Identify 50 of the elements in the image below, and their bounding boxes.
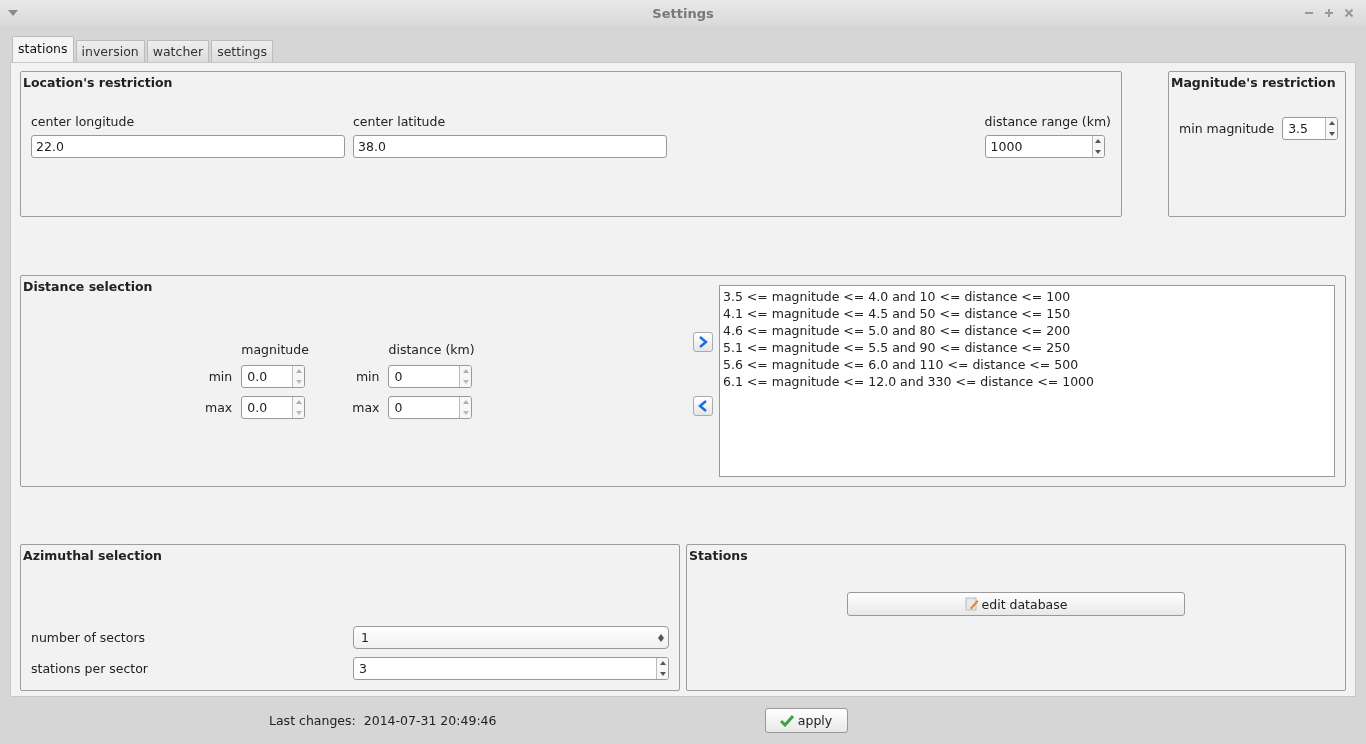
window-menu-icon[interactable] [8, 10, 18, 16]
window-title: Settings [652, 5, 714, 21]
field-label: max [352, 400, 380, 415]
field-label: distance range (km) [984, 114, 1111, 129]
field-label: center longitude [31, 114, 136, 129]
status-label: Last changes: [269, 713, 356, 728]
maximize-icon[interactable] [1324, 8, 1334, 18]
tab[interactable]: settings [211, 40, 273, 62]
input-field[interactable]: 38.0 [353, 135, 667, 158]
spin-box[interactable]: 0 [388, 396, 473, 419]
group-title: Distance selection [22, 278, 154, 296]
edit-document-icon [964, 597, 979, 611]
field-label: min magnitude [1179, 121, 1275, 136]
field-label: center latitude [353, 114, 447, 129]
group-title: Magnitude's restriction [1170, 74, 1337, 92]
spin-box[interactable]: 0.0 [241, 365, 306, 388]
close-icon[interactable] [1344, 8, 1354, 18]
spin-box[interactable]: 3.5 [1282, 117, 1339, 140]
list-item[interactable]: 3.5 <= magnitude <= 4.0 and 10 <= distance <= 100 [723, 288, 1331, 305]
spin-box[interactable]: 0 [388, 365, 473, 388]
remove-button[interactable] [693, 396, 713, 416]
list-item[interactable]: 4.1 <= magnitude <= 4.5 and 50 <= distance <= 150 [723, 305, 1331, 322]
group-title: Azimuthal selection [22, 547, 163, 565]
field-label: min [354, 369, 380, 384]
edit-database-button[interactable]: edit database [847, 592, 1185, 616]
list-item[interactable]: 4.6 <= magnitude <= 5.0 and 80 <= distance <= 200 [723, 322, 1331, 339]
tab[interactable]: stations [12, 36, 74, 62]
status-value: 2014-07-31 20:49:46 [363, 713, 497, 728]
tab[interactable]: watcher [146, 40, 210, 62]
field-label: max [205, 400, 233, 415]
list-item[interactable]: 5.6 <= magnitude <= 6.0 and 110 <= distance <= 500 [723, 356, 1331, 373]
group-title: Location's restriction [22, 74, 174, 92]
spin-box[interactable]: 1 [353, 626, 669, 649]
add-button[interactable] [693, 332, 713, 352]
column-header: distance (km) [388, 342, 473, 357]
field-label: number of sectors [31, 630, 146, 645]
list-item[interactable]: 5.1 <= magnitude <= 5.5 and 90 <= distance <= 250 [723, 339, 1331, 356]
chevron-left-icon [698, 400, 708, 412]
checkmark-icon [779, 714, 794, 727]
spin-box[interactable]: 3 [353, 657, 669, 680]
apply-button[interactable]: apply [764, 708, 848, 733]
field-label: min [207, 369, 233, 384]
tab[interactable]: inversion [75, 40, 145, 62]
field-label: stations per sector [31, 661, 148, 676]
chevron-right-icon [698, 336, 708, 348]
list-item[interactable]: 6.1 <= magnitude <= 12.0 and 330 <= distance <= 1000 [723, 373, 1331, 390]
input-field[interactable]: 22.0 [31, 135, 345, 158]
spin-box[interactable]: 1000 [984, 135, 1105, 158]
spin-box[interactable]: 0.0 [241, 396, 306, 419]
group-title: Stations [688, 547, 749, 565]
